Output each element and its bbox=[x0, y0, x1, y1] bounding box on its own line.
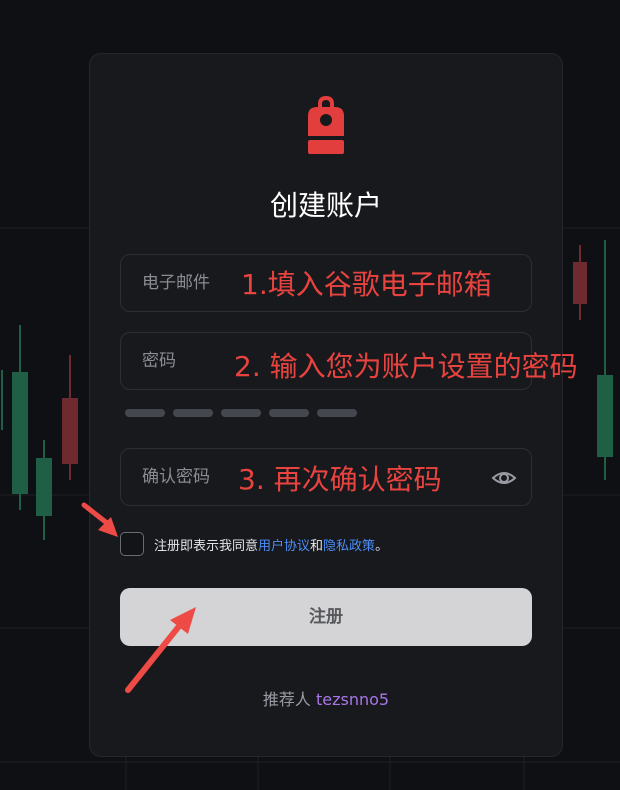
page-title: 创建账户 bbox=[269, 189, 382, 222]
agree-suffix: 。 bbox=[375, 538, 389, 554]
referrer-label: 推荐人 bbox=[262, 690, 311, 709]
agree-prefix: 注册即表示我同意 bbox=[154, 538, 259, 554]
strength-segment bbox=[125, 409, 165, 417]
email-placeholder: 电子邮件 bbox=[142, 273, 210, 293]
agree-text: 注册即表示我同意用户协议和隐私政策。 bbox=[154, 535, 388, 554]
confirm-password-placeholder: 确认密码 bbox=[142, 467, 210, 487]
signup-card: 创建账户 电子邮件 密码 确认密码 注册即表示我同意用户协议和隐私政策。 注册 … bbox=[89, 53, 563, 757]
and-text: 和 bbox=[310, 538, 324, 554]
terms-agreement: 注册即表示我同意用户协议和隐私政策。 bbox=[120, 532, 388, 556]
password-placeholder: 密码 bbox=[142, 351, 176, 371]
strength-segment bbox=[221, 409, 261, 417]
password-strength-meter bbox=[125, 409, 357, 417]
privacy-link[interactable]: 隐私政策 bbox=[323, 539, 375, 554]
annotation-step-3: 3. 再次确认密码 bbox=[238, 463, 442, 496]
referrer-line: 推荐人 tezsnno5 bbox=[90, 686, 562, 710]
referrer-code: tezsnno5 bbox=[316, 690, 390, 709]
agree-checkbox[interactable] bbox=[120, 532, 144, 556]
strength-segment bbox=[317, 409, 357, 417]
backpack-icon bbox=[308, 96, 344, 154]
eye-icon[interactable] bbox=[491, 465, 517, 491]
annotation-step-1: 1.填入谷歌电子邮箱 bbox=[241, 268, 492, 301]
strength-segment bbox=[269, 409, 309, 417]
strength-segment bbox=[173, 409, 213, 417]
annotation-step-2: 2. 输入您为账户设置的密码 bbox=[234, 350, 578, 383]
terms-link[interactable]: 用户协议 bbox=[258, 539, 310, 554]
register-button[interactable]: 注册 bbox=[120, 588, 532, 646]
